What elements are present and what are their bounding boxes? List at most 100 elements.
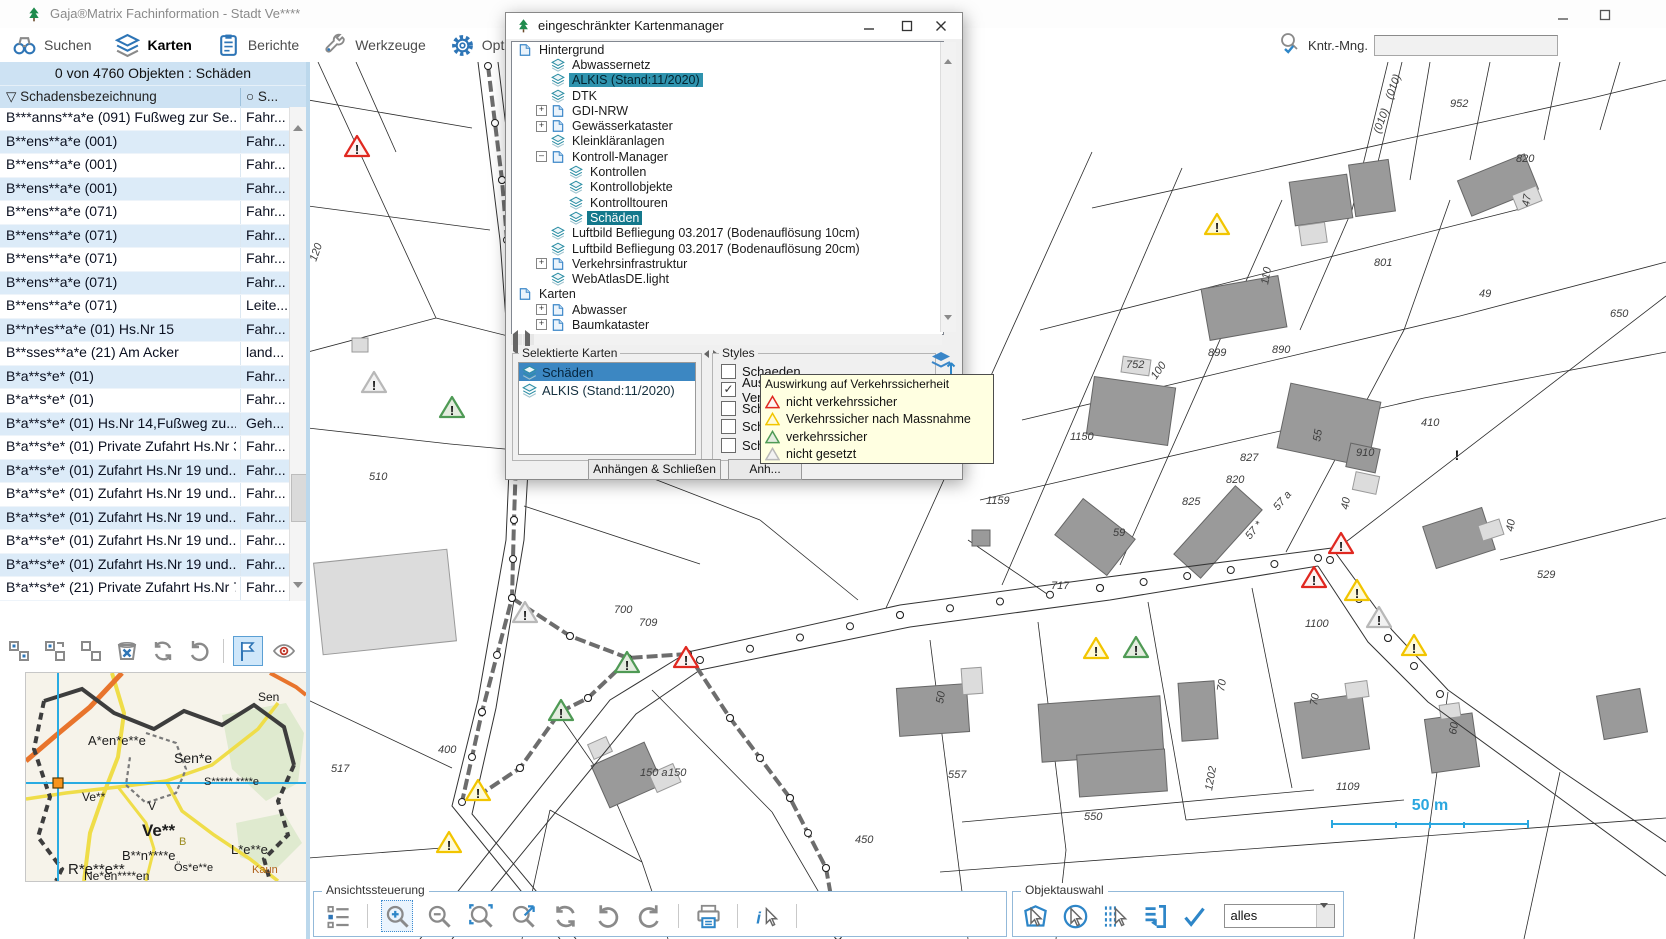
legend-icon[interactable] [322,900,354,932]
damage-marker[interactable]: ! [437,832,461,853]
damage-marker[interactable]: ! [1302,567,1326,588]
sewer-node[interactable] [479,709,486,716]
checkbox-icon[interactable] [721,419,736,434]
damage-marker[interactable]: ! [1124,637,1148,658]
zoom-window-icon[interactable] [465,900,497,932]
sewer-node[interactable] [1047,591,1054,598]
sewer-node[interactable] [492,120,499,127]
sewer-node[interactable] [1227,567,1234,574]
select-list-icon[interactable] [1140,900,1170,932]
expand-icon[interactable]: + [536,258,547,269]
sewer-node[interactable] [1315,555,1322,562]
sewer-node[interactable] [510,556,517,563]
dialog-titlebar[interactable]: eingeschränkter Kartenmanager [506,13,962,39]
selection-clear-icon[interactable] [112,636,142,666]
zoom-out-icon[interactable] [423,900,455,932]
undo-icon[interactable] [184,636,214,666]
sewer-node[interactable] [511,517,518,524]
sewer-node[interactable] [747,645,754,652]
toolbar-button-suchen[interactable]: Suchen [0,30,103,61]
tree-item[interactable]: –Kontroll-Manager [512,149,943,164]
select-add-icon[interactable] [40,636,70,666]
tree-horizontal-scrollbar[interactable] [511,334,942,345]
attach-close-button[interactable]: Anhängen & Schließen [588,459,721,480]
damage-marker[interactable]: ! [549,700,573,721]
table-scrollbar[interactable] [289,107,307,601]
sewer-node[interactable] [897,612,904,619]
sewer-node[interactable] [1097,585,1104,592]
redo-icon[interactable] [633,900,665,932]
sewer-node[interactable] [947,605,954,612]
select-new-icon[interactable] [4,636,34,666]
sewer-node[interactable] [823,865,830,872]
table-row[interactable]: B*a**s*e* (01) Private Zufahrt Hs.Nr 3Fa… [0,436,306,460]
sewer-node[interactable] [485,63,492,70]
scrollbar-thumb[interactable] [291,474,307,522]
tree-scroll-down-icon[interactable] [943,320,955,332]
refresh-icon[interactable] [148,636,178,666]
sewer-node[interactable] [494,652,501,659]
table-row[interactable]: B*a**s*e* (01) Zufahrt Hs.Nr 19 und...Fa… [0,530,306,554]
selected-map-item[interactable]: Schäden [519,363,695,381]
tree-item[interactable]: WebAtlasDE.light [512,271,943,286]
tree-item[interactable]: Luftbild Befliegung 03.2017 (Bodenauflös… [512,226,943,241]
sewer-node[interactable] [469,754,476,761]
undo-icon[interactable] [591,900,623,932]
tree-scroll-right-icon[interactable] [523,334,534,345]
dialog-minimize-button[interactable] [854,17,884,35]
dialog-maximize-button[interactable] [892,17,922,35]
sewer-node[interactable] [459,799,466,806]
window-minimize-button[interactable] [1548,6,1578,24]
table-row[interactable]: B*a**s*e* (01) Zufahrt Hs.Nr 19 und...Fa… [0,483,306,507]
sewer-node[interactable] [1140,579,1147,586]
toolbar-button-werkzeuge[interactable]: Werkzeuge [311,30,438,61]
table-row[interactable]: B**ens**a*e (071)Fahr... [0,225,306,249]
table-row[interactable]: B*a**s*e* (21) Private Zufahrt Hs.Nr 7Fa… [0,577,306,601]
flag-icon[interactable] [233,636,263,666]
table-row[interactable]: B*a**s*e* (01)Fahr... [0,389,306,413]
column-schadensbezeichnung[interactable]: Schadensbezeichnung [20,89,157,104]
tree-scroll-left-icon[interactable] [511,334,522,345]
current-position-marker[interactable] [53,778,63,788]
expand-icon[interactable]: + [536,304,547,315]
sewer-node[interactable] [1184,573,1191,580]
sewer-node[interactable] [805,830,812,837]
sewer-line[interactable] [512,598,688,658]
tree-item[interactable]: Kleinkläranlagen [512,134,943,149]
window-maximize-button[interactable] [1590,6,1620,24]
toolbar-button-berichte[interactable]: Berichte [204,30,311,61]
selected-map-item[interactable]: ALKIS (Stand:11/2020) [519,381,695,399]
damage-marker[interactable]: ! [1345,580,1369,601]
table-column-header[interactable]: ▽ Schadensbezeichnung ○ S... [0,86,306,108]
tree-item[interactable]: +Gewässerkataster [512,118,943,133]
scroll-down-icon[interactable] [292,588,304,600]
table-row[interactable]: B*a**s*e* (01)Fahr... [0,366,306,390]
dialog-close-button[interactable] [926,17,956,35]
checkbox-checked-icon[interactable]: ✓ [721,382,736,397]
tree-scroll-up-icon[interactable] [943,42,955,54]
tree-item[interactable]: Schäden [512,210,943,225]
tree-item[interactable]: Kontrollobjekte [512,180,943,195]
scroll-up-icon[interactable] [292,108,304,120]
tree-item[interactable]: ALKIS (Stand:11/2020) [512,73,943,88]
sewer-node[interactable] [517,765,524,772]
overview-map[interactable]: A*en*e**eSen*eS***** ****eVe**VVe**BB**n… [25,672,307,882]
refresh-icon[interactable] [549,900,581,932]
sewer-node[interactable] [509,595,516,602]
table-row[interactable]: B*a**s*e* (01) Hs.Nr 14,Fußweg zu...Geh.… [0,413,306,437]
damage-marker[interactable]: ! [440,397,464,418]
table-row[interactable]: B**ens**a*e (071)Fahr... [0,248,306,272]
table-row[interactable]: B*a**s*e* (01) Zufahrt Hs.Nr 19 und...Fa… [0,554,306,578]
select-circle-icon[interactable] [1061,900,1091,932]
checkbox-icon[interactable] [721,364,736,379]
zoom-pan-icon[interactable] [507,900,539,932]
damage-marker[interactable]: ! [1205,214,1229,235]
sewer-node[interactable] [847,623,854,630]
tree-item[interactable]: +Baumkataster [512,317,943,332]
table-row[interactable]: B**ens**a*e (071)Leite... [0,295,306,319]
expand-icon[interactable]: + [536,319,547,330]
select-polygon-icon[interactable] [1021,900,1051,932]
select-filter-icon[interactable] [1100,900,1130,932]
damage-marker[interactable]: ! [1084,638,1108,659]
tree-item[interactable]: +GDI-NRW [512,103,943,118]
